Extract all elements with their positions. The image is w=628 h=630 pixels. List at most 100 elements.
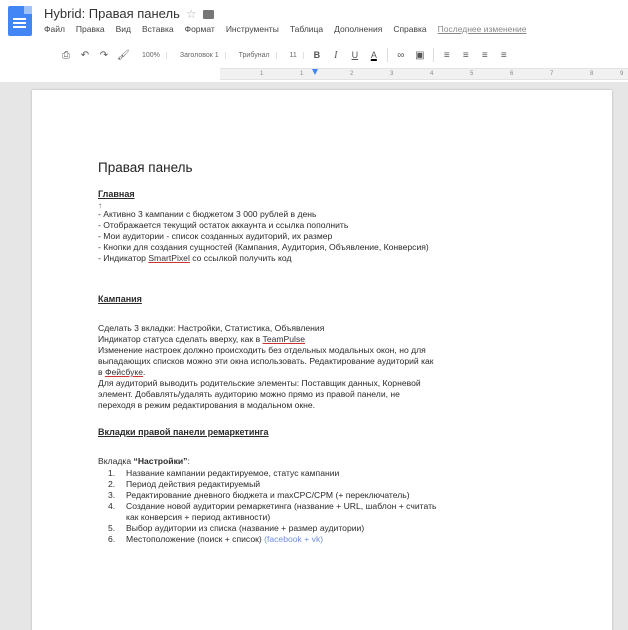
list-item-faded-text: (facebook + vk): [264, 534, 324, 544]
menu-file[interactable]: Файл: [44, 24, 65, 34]
menu-tools[interactable]: Инструменты: [226, 24, 279, 34]
text-color-icon[interactable]: A: [368, 50, 380, 60]
list-item: 6. Местоположение (поиск + список) (faceb…: [98, 534, 568, 545]
document-content[interactable]: Правая панель Главная ↑ - Активно 3 камп…: [98, 160, 568, 545]
menu-bar: Файл Правка Вид Вставка Формат Инструмен…: [44, 24, 527, 34]
bold-icon[interactable]: B: [311, 50, 323, 60]
paragraph-line: элемент. Добавлять/удалять аудиторию мож…: [98, 389, 400, 399]
list-item-text: Местоположение (поиск + список): [126, 534, 265, 544]
list-item: - Активно 3 кампании с бюджетом 3 000 ру…: [98, 209, 317, 219]
undo-icon[interactable]: ↶: [79, 50, 91, 61]
paragraph-text: :: [187, 456, 190, 466]
ruler-mark: 5: [470, 71, 474, 77]
ruler-mark: 7: [550, 71, 554, 77]
menu-edit[interactable]: Правка: [76, 24, 105, 34]
align-left-icon[interactable]: ≡: [441, 50, 453, 61]
paragraph-line: выпадающих списков можно эти окна исполь…: [98, 356, 434, 366]
text-cursor: ↑: [98, 201, 102, 210]
document-heading: Правая панель: [98, 160, 193, 175]
list-number: 3.: [108, 490, 116, 500]
tab-name: “Настройки”: [133, 456, 188, 466]
tab-settings-line: Вкладка “Настройки”:: [98, 456, 568, 467]
ruler-mark: 8: [590, 71, 594, 77]
menu-insert[interactable]: Вставка: [142, 24, 174, 34]
ruler-mark: 1: [300, 71, 304, 77]
list-item: 1. Название кампании редактируемое, стату…: [98, 468, 568, 479]
list-item-text: Выбор аудитории из списка (название + ра…: [126, 523, 365, 533]
title-row: Hybrid: Правая панель ☆: [44, 6, 214, 21]
document-title[interactable]: Hybrid: Правая панель: [44, 6, 180, 21]
app-header: Hybrid: Правая панель ☆ Файл Правка Вид …: [0, 0, 628, 42]
paragraph-line: Сделать 3 вкладки: Настройки, Статистика…: [98, 323, 325, 333]
list-item-text: Название кампании редактируемое, статус …: [126, 468, 340, 478]
section-heading-main: Главная: [98, 189, 135, 199]
list-item-text: как конверсия + период активности): [126, 512, 271, 522]
last-edit-link[interactable]: Последнее изменение: [438, 24, 527, 34]
menu-addons[interactable]: Дополнения: [334, 24, 382, 34]
list-item: 2. Период действия редактируемый: [98, 479, 568, 490]
document-page[interactable]: Правая панель Главная ↑ - Активно 3 камп…: [32, 90, 612, 630]
zoom-select[interactable]: 100%: [136, 51, 167, 59]
toolbar-divider: [386, 48, 388, 62]
italic-icon[interactable]: I: [330, 50, 342, 61]
align-center-icon[interactable]: ≡: [460, 50, 472, 61]
indent-marker-icon[interactable]: [312, 69, 318, 75]
teampulse-link[interactable]: TeamPulse: [263, 334, 306, 344]
paragraph-text: .: [143, 367, 146, 377]
menu-table[interactable]: Таблица: [290, 24, 323, 34]
ruler-mark: 2: [350, 71, 354, 77]
style-select[interactable]: Заголовок 1: [174, 51, 226, 59]
toolbar-divider: [432, 48, 434, 62]
folder-icon[interactable]: [202, 10, 214, 19]
smartpixel-link[interactable]: SmartPixel: [148, 253, 190, 263]
ruler-mark: 9: [620, 71, 624, 77]
document-canvas[interactable]: Правая панель Главная ↑ - Активно 3 камп…: [0, 82, 628, 630]
font-select[interactable]: Трибунал: [233, 51, 277, 59]
list-item-text: - Индикатор: [98, 253, 149, 263]
menu-view[interactable]: Вид: [116, 24, 131, 34]
list-item-text: со ссылкой получить код: [189, 253, 292, 263]
paragraph-line: Для аудиторий выводить родительские элем…: [98, 378, 421, 388]
menu-format[interactable]: Формат: [185, 24, 215, 34]
underline-icon[interactable]: U: [349, 50, 361, 60]
list-item: 5. Выбор аудитории из списка (название + …: [98, 523, 568, 534]
comment-icon[interactable]: ▣: [414, 50, 426, 61]
ruler[interactable]: 1 1 2 3 4 5 6 7 8 9: [220, 68, 628, 80]
paragraph-text: Индикатор статуса сделать вверху, как в: [98, 334, 263, 344]
list-item: 4. Создание новой аудитории ремаркетинга …: [98, 501, 568, 512]
facebook-link[interactable]: Фейсбуке: [105, 367, 143, 377]
ruler-mark: 4: [430, 71, 434, 77]
list-number: 4.: [108, 501, 116, 511]
list-number: 1.: [108, 468, 116, 478]
list-number: 5.: [108, 523, 116, 533]
toolbar: ⎙ ↶ ↷ 🖌 100% Заголовок 1 Трибунал 11 B I…: [0, 44, 628, 66]
list-item-text: Создание новой аудитории ремаркетинга (н…: [126, 501, 437, 511]
list-item: - Мои аудитории - список созданных аудит…: [98, 231, 333, 241]
docs-logo-icon[interactable]: [8, 6, 32, 36]
paragraph-line: переходя в режим редактирования в модаль…: [98, 400, 316, 410]
paragraph-line: Индикатор статуса сделать вверху, как в …: [98, 334, 568, 345]
redo-icon[interactable]: ↷: [98, 50, 110, 61]
ruler-mark: 3: [390, 71, 394, 77]
list-item: - Индикатор SmartPixel со ссылкой получи…: [98, 253, 568, 264]
ruler-mark: 6: [510, 71, 514, 77]
list-item: как конверсия + период активности): [98, 512, 568, 523]
align-justify-icon[interactable]: ≡: [498, 50, 510, 61]
align-right-icon[interactable]: ≡: [479, 50, 491, 61]
list-item: - Кнопки для создания сущностей (Кампани…: [98, 242, 429, 252]
section-heading-remarketing: Вкладки правой панели ремаркетинга: [98, 427, 269, 437]
link-icon[interactable]: ∞: [395, 50, 407, 61]
star-icon[interactable]: ☆: [186, 7, 197, 21]
list-item-text: Период действия редактируемый: [126, 479, 261, 489]
section-heading-campaign: Кампания: [98, 294, 142, 304]
ruler-mark: 1: [260, 71, 264, 77]
paragraph-line: в Фейсбуке.: [98, 367, 568, 378]
menu-help[interactable]: Справка: [393, 24, 426, 34]
print-icon[interactable]: ⎙: [60, 50, 72, 61]
paint-format-icon[interactable]: 🖌: [117, 50, 130, 61]
font-size-select[interactable]: 11: [284, 51, 304, 59]
